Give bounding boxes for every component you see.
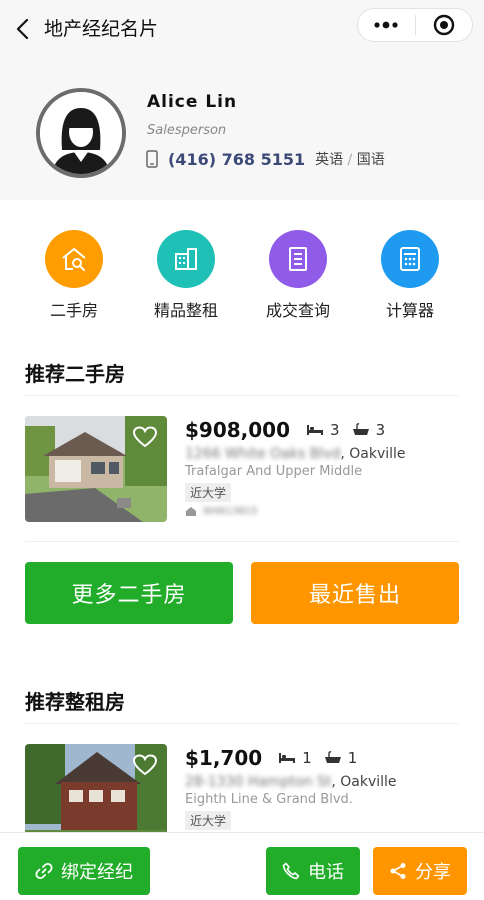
recently-sold-button[interactable]: 最近售出 [251, 562, 459, 624]
mls-number: W4613815 [203, 506, 258, 517]
menu-label: 计算器 [385, 301, 434, 320]
building-icon [175, 248, 197, 270]
mini-program-capsule [357, 8, 473, 42]
section-divider [25, 541, 459, 542]
listing-address: 1266 White Oaks Blvd, Oakville [185, 446, 459, 462]
call-button[interactable]: 电话 [266, 847, 360, 895]
bath-count: 1 [347, 749, 358, 767]
phone-icon [282, 862, 300, 880]
menu-label: 二手房 [49, 301, 98, 320]
menu-resale-houses[interactable]: 二手房 [39, 230, 109, 321]
mobile-phone-icon [146, 150, 158, 168]
menu-icon-bg [45, 230, 103, 288]
major-intersection: Trafalgar And Upper Middle [185, 464, 363, 479]
listing-price: $1,700 [185, 746, 263, 770]
menu-icon-bg [157, 230, 215, 288]
more-dots-icon [374, 21, 398, 29]
section-title-rental: 推荐整租房 [25, 690, 125, 714]
near-university-tag: 近大学 [185, 811, 232, 830]
menu-icon-bg [381, 230, 439, 288]
listing-info: $1,700 1 1 28-1330 Hampton St, Oakville … [185, 744, 459, 830]
bedrooms: 1 [278, 749, 312, 767]
street-address: 28-1330 Hampton St [185, 774, 332, 790]
bedrooms: 3 [306, 421, 340, 439]
listing-photo [25, 416, 167, 522]
agent-title: Salesperson [147, 123, 227, 138]
menu-icon-bg [269, 230, 327, 288]
bed-icon [307, 425, 324, 435]
chevron-left-icon [16, 18, 29, 40]
agent-languages: 英语 / 国语 [315, 149, 385, 169]
language-mandarin: 国语 [356, 152, 385, 168]
listing-price: $908,000 [185, 418, 291, 442]
document-icon [289, 247, 307, 271]
link-icon [35, 862, 53, 880]
favorite-heart-icon[interactable] [133, 754, 157, 776]
listing-info: $908,000 3 3 1266 White Oaks Blvd, Oakvi… [185, 416, 459, 517]
section-title-resale: 推荐二手房 [25, 362, 125, 386]
bathtub-icon [324, 751, 341, 763]
page-title: 地产经纪名片 [44, 18, 159, 40]
share-label: 分享 [415, 862, 451, 883]
bind-agent-button[interactable]: 绑定经纪 [18, 847, 150, 895]
mls-row: W4613815 [185, 506, 459, 517]
more-button[interactable] [358, 9, 415, 41]
bottom-action-bar: 绑定经纪 电话 分享 [0, 832, 484, 900]
bath-count: 3 [375, 421, 386, 439]
city: , Oakville [331, 774, 397, 790]
person-silhouette-icon [40, 92, 122, 174]
menu-premium-rentals[interactable]: 精品整租 [151, 230, 221, 321]
agent-profile: Alice Lin Salesperson (416) 768 5151 英语 … [0, 58, 484, 200]
share-button[interactable]: 分享 [373, 847, 467, 895]
language-english: 英语 [315, 152, 344, 168]
target-icon [433, 14, 454, 36]
favorite-heart-icon[interactable] [133, 426, 157, 448]
agent-phone-number[interactable]: (416) 768 5151 [168, 150, 305, 169]
menu-sold-search[interactable]: 成交查询 [263, 230, 333, 321]
more-resale-button[interactable]: 更多二手房 [25, 562, 233, 624]
avatar [36, 88, 126, 178]
major-intersection: Eighth Line & Grand Blvd. [185, 792, 353, 807]
near-university-tag: 近大学 [185, 483, 232, 502]
back-button[interactable] [12, 16, 32, 42]
menu-label: 成交查询 [265, 301, 330, 320]
bathrooms: 1 [324, 749, 358, 767]
section-divider [25, 395, 459, 396]
bind-agent-label: 绑定经纪 [61, 862, 133, 883]
house-search-icon [62, 248, 86, 271]
call-label: 电话 [308, 862, 344, 883]
bed-count: 3 [330, 421, 340, 439]
share-icon [390, 863, 406, 879]
agent-name: Alice Lin [147, 92, 238, 112]
bed-icon [279, 753, 296, 763]
phone-row: (416) 768 5151 英语 / 国语 [146, 148, 385, 170]
language-separator: / [347, 152, 353, 168]
street-address: 1266 White Oaks Blvd [185, 446, 341, 462]
bathtub-icon [352, 423, 369, 435]
top-nav-bar: 地产经纪名片 [0, 0, 484, 58]
resale-listing-card[interactable]: $908,000 3 3 1266 White Oaks Blvd, Oakvi… [25, 416, 459, 524]
bathrooms: 3 [352, 421, 386, 439]
menu-calculator[interactable]: 计算器 [375, 230, 445, 321]
city: , Oakville [340, 446, 406, 462]
price-row: $1,700 1 1 [185, 744, 459, 772]
home-icon [186, 507, 196, 516]
close-mini-program-button[interactable] [415, 9, 472, 41]
bed-count: 1 [302, 749, 312, 767]
section-divider [25, 723, 459, 724]
calculator-icon [400, 247, 420, 271]
price-row: $908,000 3 3 [185, 416, 459, 444]
menu-label: 精品整租 [153, 301, 218, 320]
listing-address: 28-1330 Hampton St, Oakville [185, 774, 459, 790]
